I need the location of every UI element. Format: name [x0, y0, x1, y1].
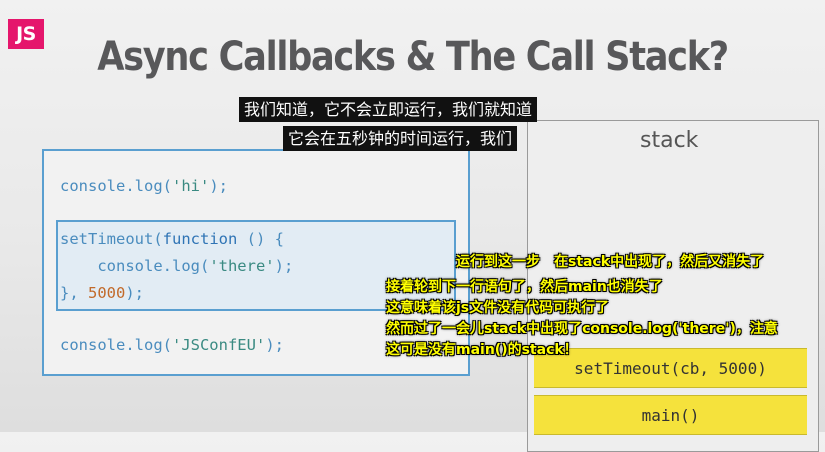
code-line-1: console.log('hi');: [60, 177, 228, 195]
subtitle-line-2: 它会在五秒钟的时间运行，我们: [283, 126, 518, 151]
js-logo: JS: [8, 19, 44, 49]
stack-label: stack: [640, 128, 699, 153]
annotation-line-3: 这意味着该js文件没有代码可执行了: [386, 300, 610, 316]
annotation-line-2: 接着轮到下一行语句了，然后main也消失了: [386, 279, 663, 295]
stack-frame-main: main(): [534, 395, 807, 435]
code-line-4: }, 5000);: [60, 284, 144, 302]
slide-title: Async Callbacks & The Call Stack?: [97, 34, 729, 80]
subtitle-line-1: 我们知道，它不会立即运行，我们就知道: [239, 97, 538, 122]
code-line-2: setTimeout(function () {: [60, 230, 284, 248]
code-line-3: console.log('there');: [97, 257, 294, 275]
annotation-line-5: 这可是没有main()的stack！: [386, 342, 578, 358]
annotation-line-4: 然而过了一会儿stack中出现了console.log('there')，注意: [386, 321, 778, 337]
annotation-line-1: 运行到这一步 在stack中出现了，然后又消失了: [456, 254, 765, 270]
code-line-5: console.log('JSConfEU');: [60, 336, 284, 354]
